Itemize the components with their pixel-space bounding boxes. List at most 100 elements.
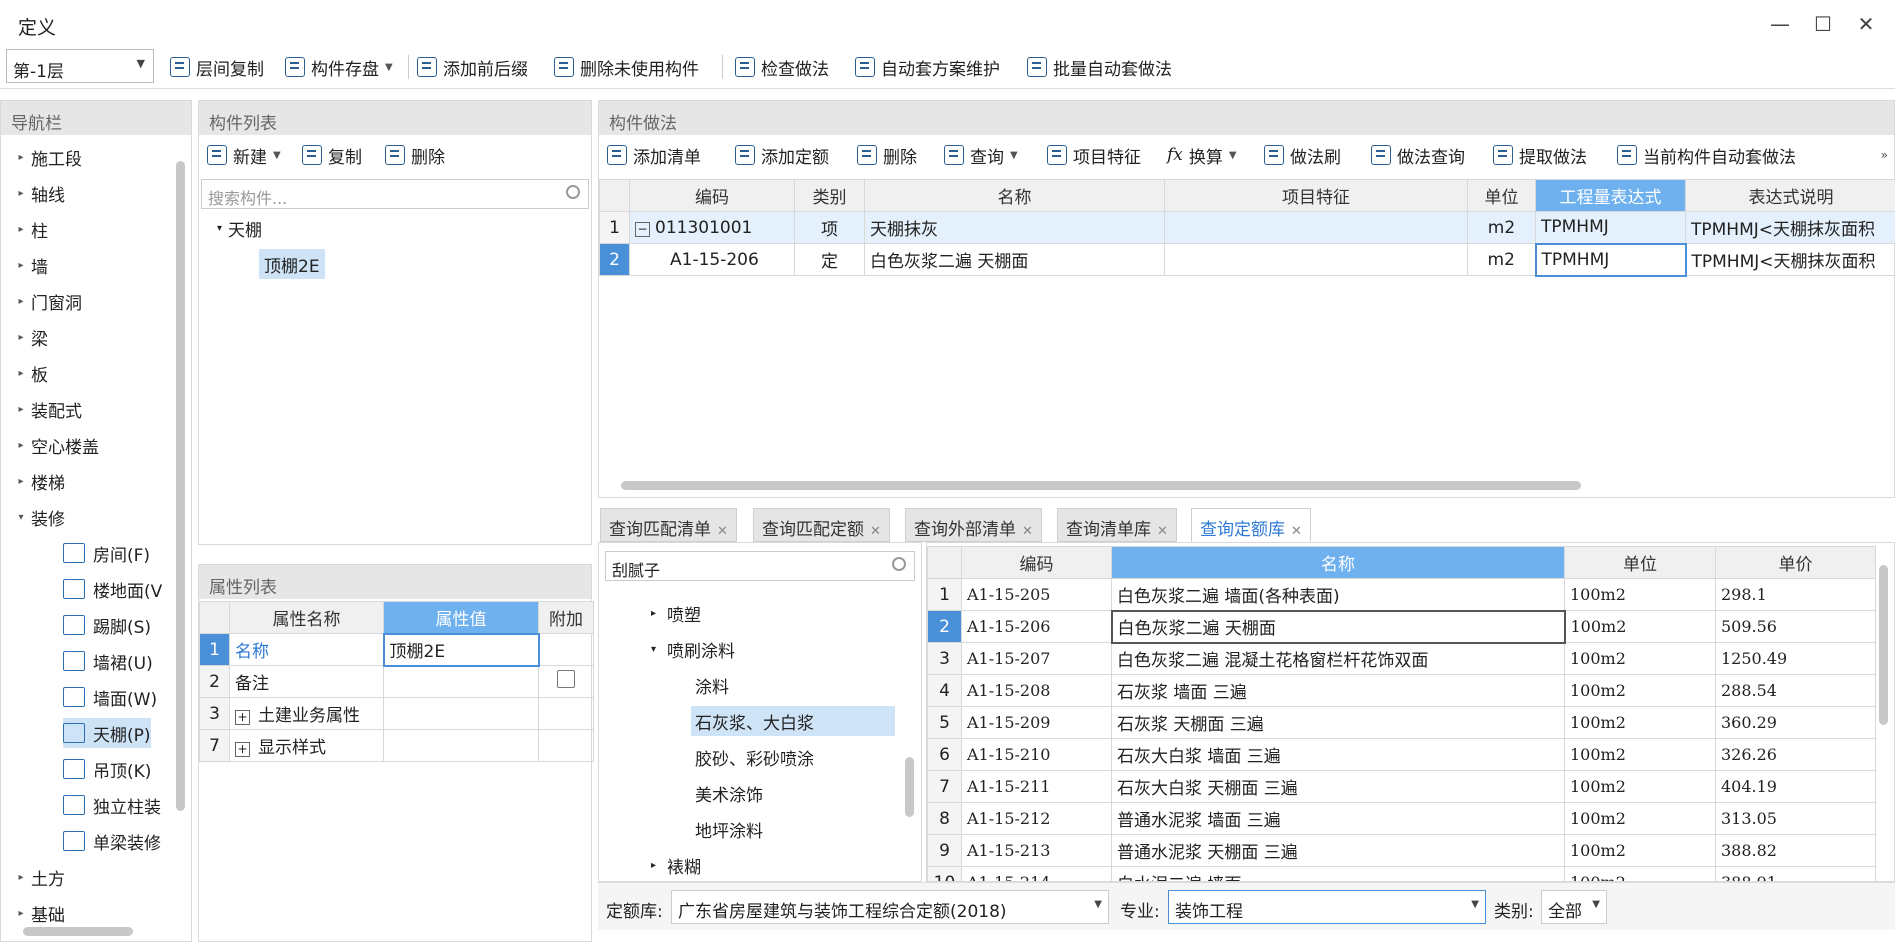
table-row[interactable]: 2 A1-15-206 白色灰浆二遍 天棚面 100m2 509.56 xyxy=(927,609,1876,644)
nav-item[interactable]: ▸ 装配式 xyxy=(11,394,82,424)
nav-item[interactable]: ▸ 梁 xyxy=(11,322,48,352)
convert-button[interactable]: fx 换算 ▼ xyxy=(1167,141,1237,169)
maximize-icon[interactable]: ☐ xyxy=(1808,12,1838,36)
batch-auto-button[interactable]: 批量自动套做法 xyxy=(1027,53,1172,81)
table-row[interactable]: 1 名称 顶棚2E xyxy=(199,632,594,667)
table-row[interactable]: 2 A1-15-206 定 白色灰浆二遍 天棚面 m2 TPMHMJ TPMHM… xyxy=(599,242,1895,277)
item-feature-button[interactable]: 项目特征 xyxy=(1047,141,1141,169)
nav-item[interactable]: ▸ 墙 xyxy=(11,250,48,280)
close-icon[interactable]: ✕ xyxy=(1157,524,1168,539)
nav-item[interactable]: ▸ 楼梯 xyxy=(11,466,65,496)
table-row[interactable]: 1 A1-15-205 白色灰浆二遍 墙面(各种表面) 100m2 298.1 xyxy=(927,578,1876,611)
close-icon[interactable]: ✕ xyxy=(870,524,881,539)
specialty-select[interactable]: 装饰工程 ▼ xyxy=(1168,890,1486,924)
add-quota-button[interactable]: 添加定额 xyxy=(735,141,829,169)
nav-item[interactable]: ▸ 门窗洞 xyxy=(11,286,82,316)
extract-method-button[interactable]: 提取做法 xyxy=(1493,141,1587,169)
tree-node-ceiling[interactable]: ▾ 天棚 xyxy=(217,213,262,243)
tree-node[interactable]: ▸ 裱糊 xyxy=(651,850,701,880)
add-list-button[interactable]: 添加清单 xyxy=(607,141,701,169)
tree-node[interactable]: 美术涂饰 xyxy=(695,778,763,808)
delete-unused-button[interactable]: 删除未使用构件 xyxy=(554,53,699,81)
auto-scheme-button[interactable]: 自动套方案维护 xyxy=(855,53,1000,81)
more-icon[interactable]: » xyxy=(1881,148,1888,162)
tab-quota-library[interactable]: 查询定额库 ✕ xyxy=(1191,508,1311,542)
property-value-input[interactable]: 顶棚2E xyxy=(382,632,540,667)
close-icon[interactable]: ✕ xyxy=(717,524,728,539)
nav-item[interactable]: ▸ 空心楼盖 xyxy=(11,430,99,460)
check-method-button[interactable]: 检查做法 xyxy=(735,53,829,81)
nav-h-scrollbar[interactable] xyxy=(23,927,133,936)
sub-item-room[interactable]: 房间(F) xyxy=(63,538,150,568)
quantity-expression-input[interactable]: TPMHMJ xyxy=(1534,242,1687,277)
tree-node-selected[interactable]: 顶棚2E xyxy=(259,249,325,279)
table-row[interactable]: 6 A1-15-210 石灰大白浆 墙面 三遍 100m2 326.26 xyxy=(927,738,1876,771)
table-row[interactable]: 9 A1-15-213 普通水泥浆 天棚面 三遍 100m2 388.82 xyxy=(927,834,1876,867)
collapse-minus-icon[interactable]: − xyxy=(635,221,650,237)
nav-item[interactable]: ▸ 柱 xyxy=(11,214,48,244)
sub-item-column-finish[interactable]: 独立柱装 xyxy=(63,790,161,820)
quota-table-scrollbar[interactable] xyxy=(1879,565,1888,725)
tree-node[interactable]: ▸ 喷塑 xyxy=(651,598,701,628)
nav-item[interactable]: ▸ 土方 xyxy=(11,862,65,892)
table-row[interactable]: 3 + 土建业务属性 xyxy=(199,697,594,730)
tab-match-quota[interactable]: 查询匹配定额 ✕ xyxy=(753,508,890,542)
table-row[interactable]: 8 A1-15-212 普通水泥浆 墙面 三遍 100m2 313.05 xyxy=(927,802,1876,835)
query-button[interactable]: 查询 ▼ xyxy=(944,141,1018,169)
attach-checkbox[interactable] xyxy=(557,670,575,688)
quota-search-input[interactable]: 刮腻子 xyxy=(605,551,915,581)
tree-node[interactable]: 涂料 xyxy=(695,670,729,700)
close-icon[interactable]: ✕ xyxy=(1851,12,1881,36)
method-brush-button[interactable]: 做法刷 xyxy=(1264,141,1341,169)
tree-node[interactable]: 胶砂、彩砂喷涂 xyxy=(695,742,814,772)
expand-plus-icon[interactable]: + xyxy=(235,742,250,757)
save-component-button[interactable]: 构件存盘 ▼ xyxy=(285,53,393,81)
close-icon[interactable]: ✕ xyxy=(1291,524,1302,539)
delete-component-button[interactable]: 删除 xyxy=(385,141,445,169)
component-search-input[interactable]: 搜索构件... xyxy=(201,179,589,209)
nav-item[interactable]: ▸ 轴线 xyxy=(11,178,65,208)
table-row[interactable]: 5 A1-15-209 石灰浆 天棚面 三遍 100m2 360.29 xyxy=(927,706,1876,739)
category-select[interactable]: 全部 ▼ xyxy=(1541,890,1607,924)
sub-item-suspended-ceiling[interactable]: 吊顶(K) xyxy=(63,754,151,784)
quota-tree-scrollbar[interactable] xyxy=(905,757,914,817)
table-row[interactable]: 7 + 显示样式 xyxy=(199,729,594,762)
beam-icon xyxy=(63,831,85,851)
sub-item-wall[interactable]: 墙面(W) xyxy=(63,682,157,712)
nav-scrollbar[interactable] xyxy=(176,161,185,811)
table-row[interactable]: 2 备注 xyxy=(199,665,594,698)
tree-node[interactable]: 地坪涂料 xyxy=(695,814,763,844)
tab-match-list[interactable]: 查询匹配清单 ✕ xyxy=(600,508,737,542)
table-row[interactable]: 4 A1-15-208 石灰浆 墙面 三遍 100m2 288.54 xyxy=(927,674,1876,707)
method-h-scrollbar[interactable] xyxy=(621,481,1581,490)
auto-apply-current-button[interactable]: 当前构件自动套做法 xyxy=(1617,141,1796,169)
delete-method-button[interactable]: 删除 xyxy=(857,141,917,169)
copy-between-floors-button[interactable]: 层间复制 xyxy=(170,53,264,81)
tab-external-list[interactable]: 查询外部清单 ✕ xyxy=(905,508,1042,542)
tree-node[interactable]: ▾ 喷刷涂料 xyxy=(651,634,735,664)
copy-component-button[interactable]: 复制 xyxy=(302,141,362,169)
tab-list-library[interactable]: 查询清单库 ✕ xyxy=(1057,508,1177,542)
sub-item-beam-finish[interactable]: 单梁装修 xyxy=(63,826,161,856)
sub-item-dado[interactable]: 墙裙(U) xyxy=(63,646,153,676)
table-row[interactable]: 10A1-15-214白水泥二遍 墙面100m2388.91 xyxy=(927,866,1876,881)
new-component-button[interactable]: 新建 ▼ xyxy=(207,141,281,169)
nav-item[interactable]: ▸ 施工段 xyxy=(11,142,82,172)
floor-select[interactable]: 第-1层 ▼ xyxy=(6,49,154,83)
nav-item[interactable]: ▸ 板 xyxy=(11,358,48,388)
nav-item-decoration[interactable]: ▾ 装修 xyxy=(11,502,65,532)
table-row[interactable]: 3 A1-15-207 白色灰浆二遍 混凝土花格窗栏杆花饰双面 100m2 1250.4… xyxy=(927,642,1876,675)
add-prefix-suffix-button[interactable]: 添加前后缀 xyxy=(417,53,528,81)
quota-lib-select[interactable]: 广东省房屋建筑与装饰工程综合定额(2018) ▼ xyxy=(671,890,1109,924)
expand-plus-icon[interactable]: + xyxy=(235,710,250,725)
method-query-button[interactable]: 做法查询 xyxy=(1371,141,1465,169)
minimize-icon[interactable]: — xyxy=(1765,12,1795,36)
table-row[interactable]: 7 A1-15-211 石灰大白浆 天棚面 三遍 100m2 404.19 xyxy=(927,770,1876,803)
table-row[interactable]: 1 −011301001 项 天棚抹灰 m2 TPMHMJ TPMHMJ<天棚抹… xyxy=(599,211,1895,244)
nav-item[interactable]: ▸ 基础 xyxy=(11,898,65,928)
sub-item-floor[interactable]: 楼地面(V xyxy=(63,574,162,604)
sub-item-ceiling[interactable]: 天棚(P) xyxy=(63,718,151,748)
tree-node-selected[interactable]: 石灰浆、大白浆 xyxy=(691,706,895,736)
sub-item-skirting[interactable]: 踢脚(S) xyxy=(63,610,151,640)
close-icon[interactable]: ✕ xyxy=(1022,524,1033,539)
